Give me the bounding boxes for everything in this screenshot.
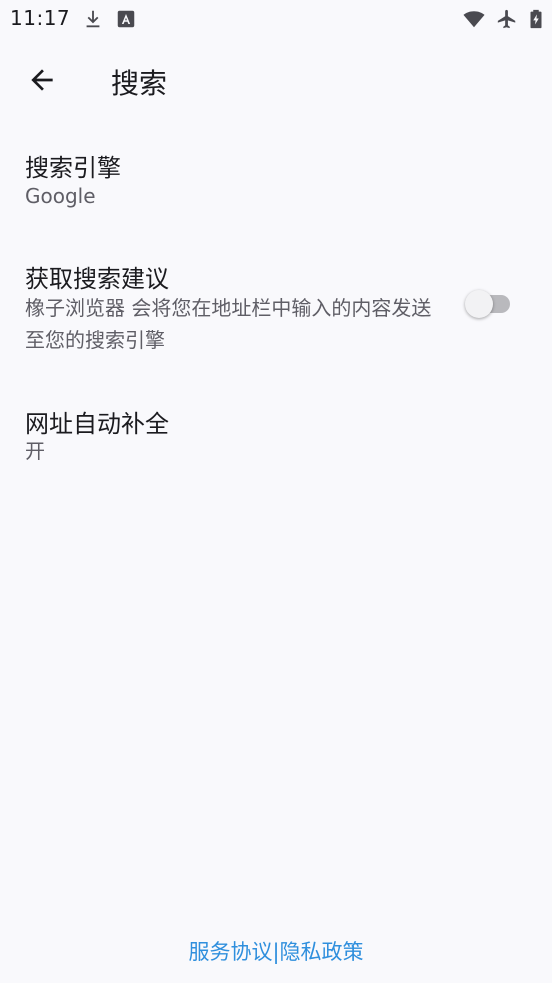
- app-bar: 搜索: [0, 44, 552, 120]
- app-notification-icon: [117, 10, 135, 28]
- search-engine-preference[interactable]: 搜索引擎 Google: [0, 132, 552, 228]
- search-suggestions-description: 橡子浏览器 会将您在地址栏中输入的内容发送至您的搜索引擎: [25, 296, 432, 352]
- search-engine-value: Google: [25, 184, 96, 208]
- privacy-policy-link[interactable]: 隐私政策: [280, 940, 364, 964]
- download-icon: [86, 10, 100, 28]
- footer-links: 服务协议|隐私政策: [0, 936, 552, 966]
- search-suggestions-title: 获取搜索建议: [25, 265, 169, 293]
- url-autocomplete-title: 网址自动补全: [25, 410, 169, 438]
- switch-thumb: [465, 290, 493, 318]
- terms-of-service-link[interactable]: 服务协议: [188, 940, 272, 964]
- wifi-icon: [463, 11, 485, 28]
- status-bar: 11:17: [0, 0, 552, 38]
- search-suggestions-switch[interactable]: [465, 290, 512, 318]
- battery-charging-icon: [530, 9, 542, 29]
- url-autocomplete-value: 开: [25, 439, 45, 463]
- arrow-back-icon: [31, 69, 53, 91]
- airplane-mode-icon: [497, 9, 516, 29]
- back-button[interactable]: [18, 56, 66, 104]
- footer-separator: |: [272, 940, 280, 964]
- url-autocomplete-preference[interactable]: 网址自动补全 开: [0, 388, 552, 484]
- status-time: 11:17: [10, 6, 71, 30]
- search-engine-title: 搜索引擎: [25, 154, 121, 182]
- page-title: 搜索: [111, 67, 168, 100]
- search-suggestions-preference[interactable]: 获取搜索建议 橡子浏览器 会将您在地址栏中输入的内容发送至您的搜索引擎: [0, 240, 552, 368]
